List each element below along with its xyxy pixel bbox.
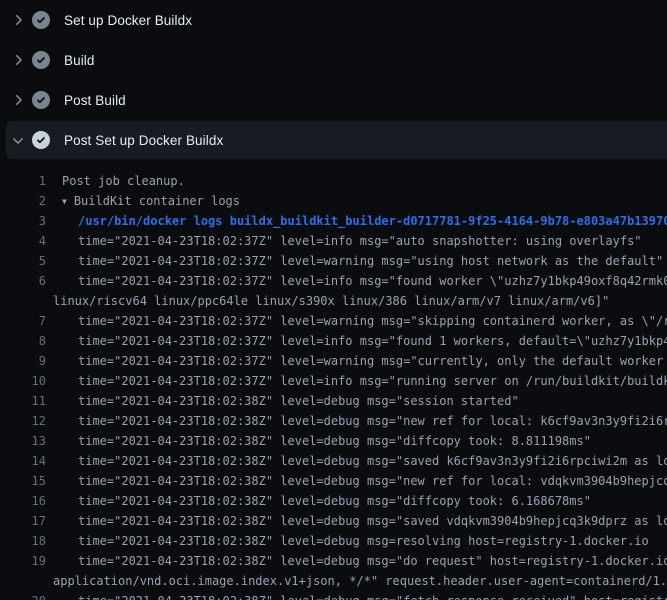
line-number[interactable]: 1 xyxy=(0,171,46,191)
log-line: 5 ▼time="2021-04-23T18:02:37Z" level=war… xyxy=(0,251,667,271)
line-number[interactable] xyxy=(0,571,46,591)
check-circle-icon xyxy=(32,11,50,29)
line-number[interactable]: 11 xyxy=(0,391,46,411)
line-text: ▼time="2021-04-23T18:02:37Z" level=info … xyxy=(78,271,667,291)
step-title: Post Set up Docker Buildx xyxy=(64,133,223,148)
log-line: 7 ▼time="2021-04-23T18:02:37Z" level=war… xyxy=(0,311,667,331)
line-number[interactable]: 20 xyxy=(0,591,46,600)
step-title: Build xyxy=(64,53,95,68)
log-line: 18 ▼time="2021-04-23T18:02:38Z" level=de… xyxy=(0,531,667,551)
line-text: ▼Post job cleanup. xyxy=(62,171,185,191)
check-circle-icon xyxy=(32,131,50,149)
chevron-right-icon[interactable] xyxy=(10,92,26,108)
step-row-build[interactable]: Build xyxy=(0,40,667,80)
log-line: 10 ▼time="2021-04-23T18:02:37Z" level=in… xyxy=(0,371,667,391)
log-line: 17 ▼time="2021-04-23T18:02:38Z" level=de… xyxy=(0,511,667,531)
line-text: ▼time="2021-04-23T18:02:38Z" level=debug… xyxy=(78,491,591,511)
log-line: 8 ▼time="2021-04-23T18:02:37Z" level=inf… xyxy=(0,331,667,351)
log-line: 4 ▼time="2021-04-23T18:02:37Z" level=inf… xyxy=(0,231,667,251)
line-number[interactable]: 3 xyxy=(0,211,46,231)
line-number[interactable]: 12 xyxy=(0,411,46,431)
line-number[interactable]: 19 xyxy=(0,551,46,571)
line-text: ▼time="2021-04-23T18:02:37Z" level=warni… xyxy=(78,311,667,331)
line-number[interactable]: 9 xyxy=(0,351,46,371)
line-number[interactable]: 2 xyxy=(0,191,46,211)
log-line: 2 ▼BuildKit container logs xyxy=(0,191,667,211)
log-line: 16 ▼time="2021-04-23T18:02:38Z" level=de… xyxy=(0,491,667,511)
log-line: ▼application/vnd.oci.image.index.v1+json… xyxy=(0,571,667,591)
line-number[interactable]: 5 xyxy=(0,251,46,271)
step-row-set-up-docker-buildx[interactable]: Set up Docker Buildx xyxy=(0,0,667,40)
line-text: ▼linux/riscv64 linux/ppc64le linux/s390x… xyxy=(53,291,609,311)
line-text: ▼time="2021-04-23T18:02:38Z" level=debug… xyxy=(78,391,519,411)
log-line: 19 ▼time="2021-04-23T18:02:38Z" level=de… xyxy=(0,551,667,571)
steps-list: Set up Docker Buildx Build P xyxy=(0,0,667,159)
line-text: ▼time="2021-04-23T18:02:37Z" level=info … xyxy=(78,231,642,251)
line-text: ▼application/vnd.oci.image.index.v1+json… xyxy=(53,571,667,591)
chevron-right-icon[interactable] xyxy=(10,12,26,28)
log-lines: 1 ▼Post job cleanup. 2 ▼BuildKit contain… xyxy=(0,159,667,600)
line-text: ▼time="2021-04-23T18:02:37Z" level=warni… xyxy=(78,251,663,271)
log-line: ▼linux/riscv64 linux/ppc64le linux/s390x… xyxy=(0,291,667,311)
log-line: 14 ▼time="2021-04-23T18:02:38Z" level=de… xyxy=(0,451,667,471)
log-line: 1 ▼Post job cleanup. xyxy=(0,171,667,191)
log-line: 12 ▼time="2021-04-23T18:02:38Z" level=de… xyxy=(0,411,667,431)
line-text: ▼time="2021-04-23T18:02:38Z" level=debug… xyxy=(78,471,667,491)
line-text: ▼/usr/bin/docker logs buildx_buildkit_bu… xyxy=(78,211,667,231)
line-number[interactable]: 18 xyxy=(0,531,46,551)
step-row-post-build[interactable]: Post Build xyxy=(0,80,667,120)
line-number[interactable]: 7 xyxy=(0,311,46,331)
line-text: ▼time="2021-04-23T18:02:37Z" level=info … xyxy=(78,371,667,391)
log-line: 13 ▼time="2021-04-23T18:02:38Z" level=de… xyxy=(0,431,667,451)
line-number[interactable]: 16 xyxy=(0,491,46,511)
line-number[interactable]: 13 xyxy=(0,431,46,451)
line-text: ▼time="2021-04-23T18:02:38Z" level=debug… xyxy=(78,431,591,451)
chevron-right-icon[interactable] xyxy=(10,52,26,68)
log-line: 15 ▼time="2021-04-23T18:02:38Z" level=de… xyxy=(0,471,667,491)
line-text: ▼time="2021-04-23T18:02:38Z" level=debug… xyxy=(78,411,667,431)
log-line: 11 ▼time="2021-04-23T18:02:38Z" level=de… xyxy=(0,391,667,411)
step-title: Set up Docker Buildx xyxy=(64,13,192,28)
line-number[interactable]: 4 xyxy=(0,231,46,251)
line-text: ▼time="2021-04-23T18:02:38Z" level=debug… xyxy=(78,511,667,531)
line-text: ▼time="2021-04-23T18:02:38Z" level=debug… xyxy=(78,531,649,551)
line-number[interactable]: 8 xyxy=(0,331,46,351)
step-title: Post Build xyxy=(64,93,126,108)
line-number[interactable] xyxy=(0,291,46,311)
group-collapse-icon[interactable]: ▼ xyxy=(62,197,67,206)
check-circle-icon xyxy=(32,91,50,109)
check-circle-icon xyxy=(32,51,50,69)
line-text: ▼time="2021-04-23T18:02:38Z" level=debug… xyxy=(78,551,667,571)
line-number[interactable]: 6 xyxy=(0,271,46,291)
line-number[interactable]: 14 xyxy=(0,451,46,471)
step-row-post-set-up-docker-buildx[interactable]: Post Set up Docker Buildx xyxy=(6,121,667,159)
line-text: ▼BuildKit container logs xyxy=(62,191,240,211)
line-text: ▼time="2021-04-23T18:02:38Z" level=debug… xyxy=(78,451,667,471)
log-line: 6 ▼time="2021-04-23T18:02:37Z" level=inf… xyxy=(0,271,667,291)
workflow-log-panel: Set up Docker Buildx Build P xyxy=(0,0,667,600)
line-text: ▼time="2021-04-23T18:02:38Z" level=debug… xyxy=(78,591,667,600)
line-number[interactable]: 17 xyxy=(0,511,46,531)
line-number[interactable]: 10 xyxy=(0,371,46,391)
chevron-down-icon[interactable] xyxy=(10,132,26,148)
log-line: 3 ▼/usr/bin/docker logs buildx_buildkit_… xyxy=(0,211,667,231)
log-line: 20 ▼time="2021-04-23T18:02:38Z" level=de… xyxy=(0,591,667,600)
line-text: ▼time="2021-04-23T18:02:37Z" level=warni… xyxy=(78,351,667,371)
line-text: ▼time="2021-04-23T18:02:37Z" level=info … xyxy=(78,331,667,351)
log-line: 9 ▼time="2021-04-23T18:02:37Z" level=war… xyxy=(0,351,667,371)
line-number[interactable]: 15 xyxy=(0,471,46,491)
